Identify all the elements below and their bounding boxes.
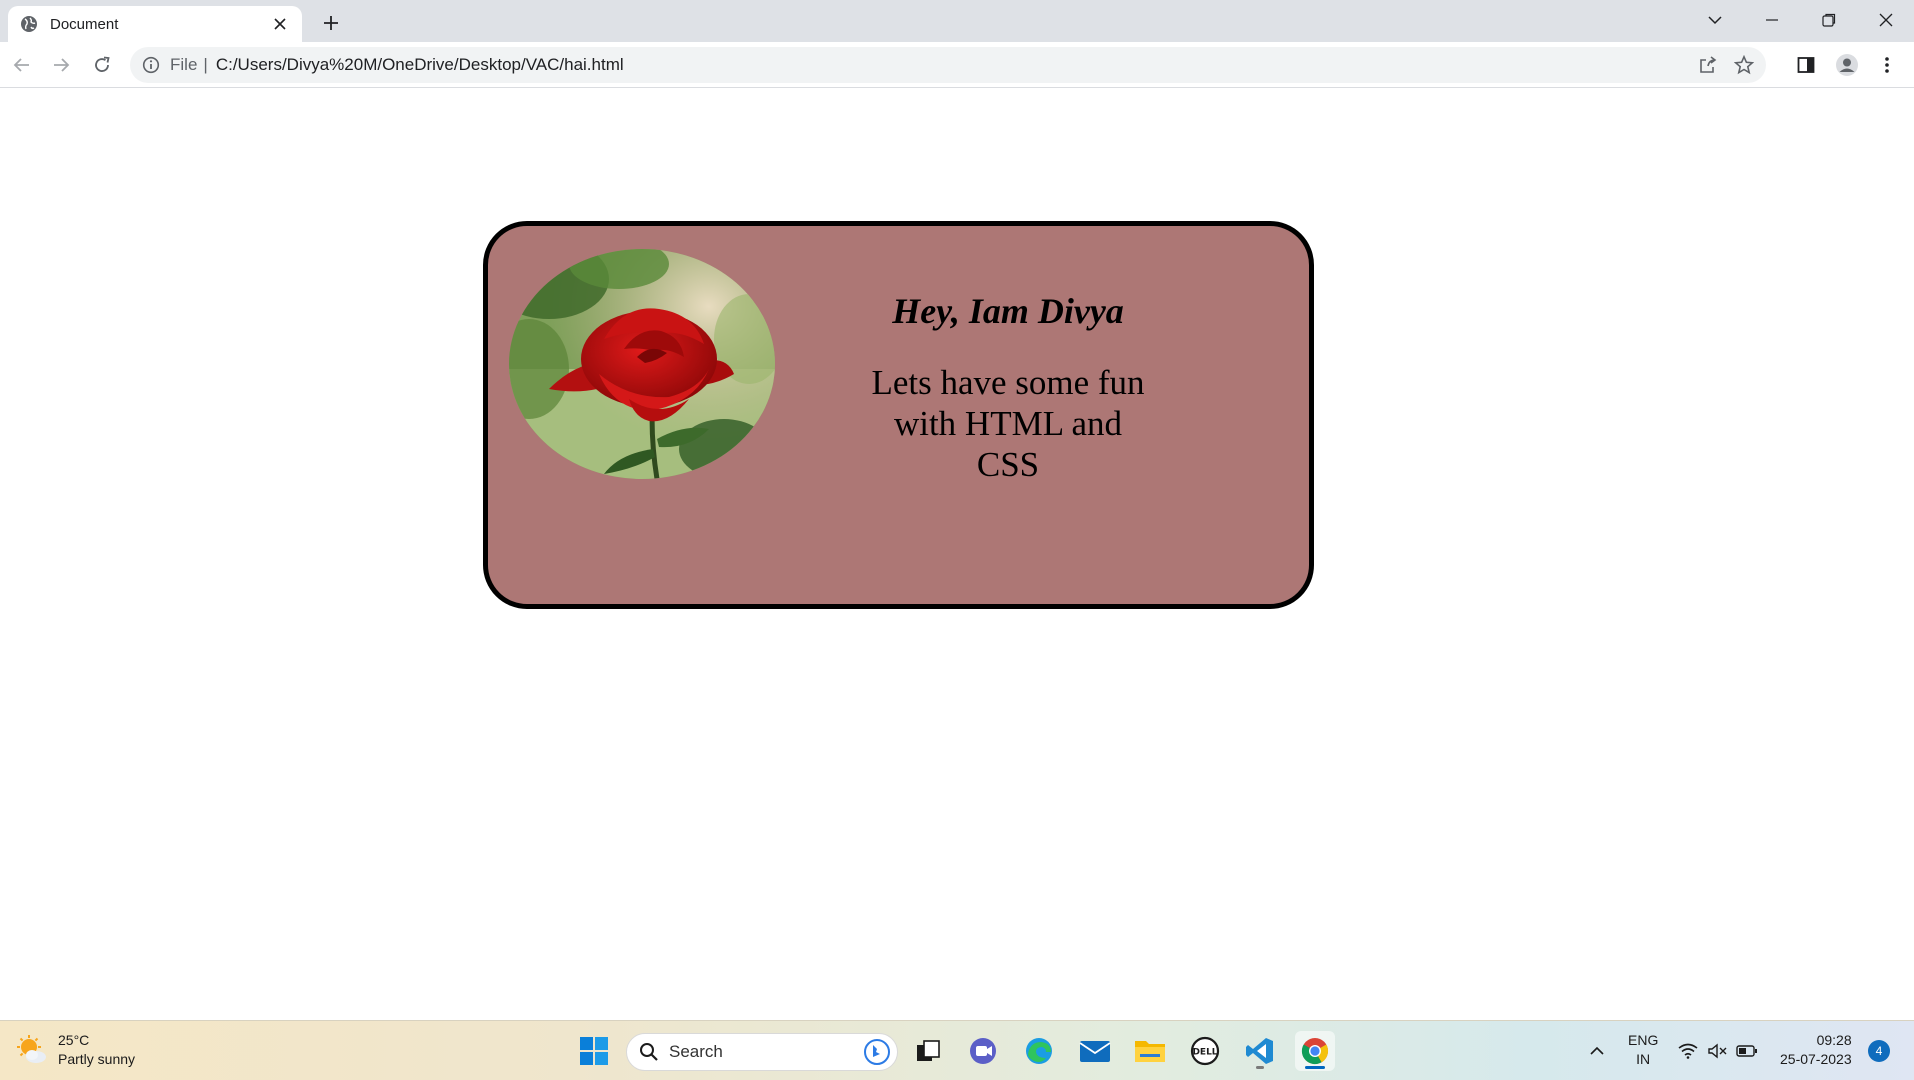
active-indicator (1305, 1066, 1325, 1069)
clock[interactable]: 09:28 25-07-2023 (1780, 1031, 1852, 1069)
weather-text: 25°C Partly sunny (58, 1031, 135, 1069)
globe-icon (21, 16, 37, 32)
start-button[interactable] (574, 1031, 614, 1071)
back-button[interactable] (8, 51, 36, 79)
weather-temp: 25°C (58, 1032, 90, 1048)
card-title: Hey, Iam Divya (892, 291, 1124, 331)
plus-icon (324, 16, 338, 30)
taskbar-search[interactable]: Search (626, 1033, 898, 1071)
rose-image (509, 249, 775, 479)
restore-button[interactable] (1800, 0, 1857, 40)
minimize-icon (1765, 19, 1778, 21)
mail-button[interactable] (1075, 1031, 1115, 1071)
chrome-button[interactable] (1295, 1031, 1335, 1071)
clock-date: 25-07-2023 (1780, 1051, 1852, 1067)
system-status-button[interactable] (1673, 1031, 1763, 1071)
chevron-down-icon (1707, 16, 1722, 25)
running-indicator (1256, 1066, 1264, 1069)
card-text-block: Hey, Iam Divya Lets have some fun with H… (868, 288, 1148, 485)
window-controls (1686, 0, 1914, 40)
omnibox-actions (1698, 55, 1754, 75)
svg-text:DELL: DELL (1192, 1048, 1217, 1058)
bing-chat-icon[interactable] (863, 1038, 891, 1066)
tab-search-button[interactable] (1686, 0, 1743, 40)
avatar-icon (1836, 54, 1858, 76)
search-icon (640, 1043, 658, 1061)
bookmark-star-icon[interactable] (1734, 55, 1754, 75)
windows-logo-icon (580, 1037, 608, 1065)
reload-icon (95, 56, 110, 72)
clock-time: 09:28 (1816, 1032, 1852, 1048)
restore-icon (1821, 13, 1835, 27)
task-view-button[interactable] (908, 1031, 948, 1071)
url-scheme-label: File (170, 55, 198, 74)
forward-button[interactable] (47, 51, 75, 79)
battery-icon (1736, 1045, 1758, 1057)
profile-card: Hey, Iam Divya Lets have some fun with H… (483, 221, 1314, 609)
dell-logo-icon: DELL (1190, 1036, 1220, 1066)
vscode-icon (1246, 1038, 1273, 1064)
notification-badge[interactable]: 4 (1868, 1040, 1890, 1062)
teams-chat-icon (970, 1038, 996, 1064)
weather-desc: Partly sunny (58, 1051, 136, 1067)
card-body-text: Lets have some fun with HTML and CSS (871, 363, 1145, 484)
tab-title: Document (50, 15, 119, 33)
show-hidden-icons-button[interactable] (1577, 1031, 1617, 1071)
url-text[interactable]: C:/Users/Divya%20M/OneDrive/Desktop/VAC/… (216, 55, 624, 75)
teams-chat-button[interactable] (963, 1031, 1003, 1071)
search-placeholder: Search (669, 1042, 723, 1061)
minimize-button[interactable] (1743, 0, 1800, 40)
file-explorer-button[interactable] (1130, 1031, 1170, 1071)
arrow-left-icon (13, 58, 29, 72)
side-panel-icon (1797, 57, 1815, 73)
close-window-button[interactable] (1857, 0, 1914, 40)
speaker-muted-icon (1708, 1043, 1727, 1059)
browser-tab[interactable]: Document (8, 6, 302, 42)
browser-toolbar: File | C:/Users/Divya%20M/OneDrive/Deskt… (0, 42, 1914, 88)
wifi-icon (1678, 1043, 1698, 1059)
side-panel-button[interactable] (1792, 51, 1820, 79)
info-icon[interactable] (142, 56, 160, 74)
profile-button[interactable] (1833, 51, 1861, 79)
arrow-right-icon (54, 58, 70, 72)
dell-button[interactable]: DELL (1185, 1031, 1225, 1071)
tab-close-icon[interactable] (270, 14, 290, 34)
url-separator: | (203, 55, 208, 74)
vscode-button[interactable] (1240, 1031, 1280, 1071)
weather-widget[interactable]: 25°C Partly sunny (16, 1031, 135, 1069)
new-tab-button[interactable] (318, 10, 344, 36)
mail-icon (1079, 1041, 1111, 1062)
folder-icon (1135, 1041, 1165, 1062)
chrome-icon (1301, 1038, 1329, 1065)
edge-icon (1026, 1038, 1052, 1064)
chevron-up-icon (1590, 1046, 1604, 1055)
task-view-icon (917, 1040, 940, 1061)
page-viewport: Hey, Iam Divya Lets have some fun with H… (0, 89, 1914, 1020)
input-language-indicator[interactable]: ENG IN (1628, 1031, 1658, 1069)
partly-sunny-icon (17, 1035, 46, 1063)
kebab-menu-icon (1885, 57, 1889, 73)
address-bar[interactable]: File | C:/Users/Divya%20M/OneDrive/Deskt… (130, 47, 1766, 83)
windows-taskbar: 25°C Partly sunny Search DELL ENG IN 09:… (0, 1020, 1914, 1080)
tab-strip: Document (0, 0, 1914, 42)
chrome-menu-button[interactable] (1873, 51, 1901, 79)
language-code: ENG (1628, 1032, 1659, 1048)
edge-button[interactable] (1019, 1031, 1059, 1071)
share-icon[interactable] (1698, 55, 1718, 75)
close-icon (1879, 13, 1892, 27)
reload-button[interactable] (88, 51, 116, 79)
region-code: IN (1636, 1051, 1651, 1067)
